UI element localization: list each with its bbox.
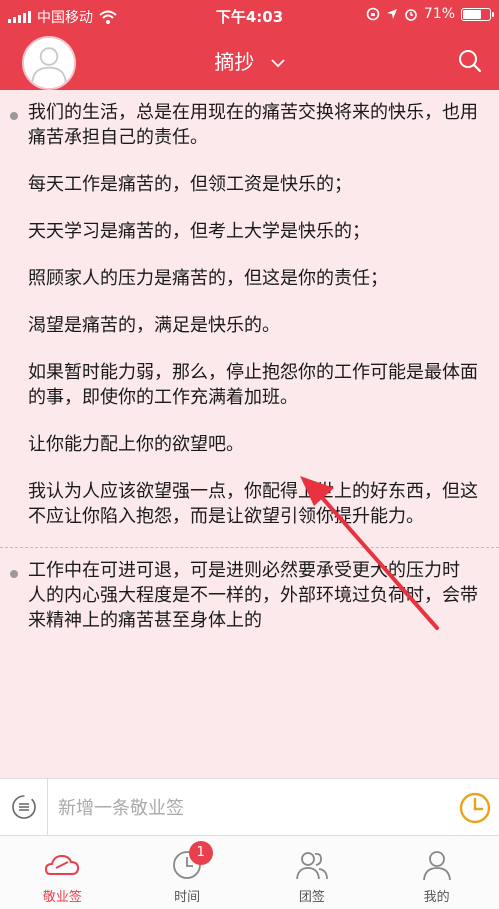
status-bar: 中国移动 下午4:03 71% [0,0,499,32]
group-icon [295,852,328,880]
note-paragraph: 如果暂时能力弱，那么，停止抱怨你的工作可能是最体面的事，即使你的工作充满着加班。 [28,362,478,408]
alarm-icon [405,9,417,21]
battery-percent: 71% [423,6,455,22]
tab-label: 敬业签 [42,890,82,905]
note-list[interactable]: 我们的生活，总是在用现在的痛苦交换将来的快乐，也用痛苦承担自己的责任。 每天工作… [0,90,499,778]
note-paragraph: 我们的生活，总是在用现在的痛苦交换将来的快乐，也用痛苦承担自己的责任。 [28,102,478,148]
tab-time[interactable]: 1 时间 [125,836,250,909]
note-paragraph: 渴望是痛苦的，满足是快乐的。 [28,315,280,336]
location-icon [386,9,397,19]
tab-label: 时间 [174,890,201,905]
tab-group[interactable]: 团签 [250,836,375,909]
note-paragraph: 人的内心强大程度是不一样的，外部环境过负荷时，会带来精神上的痛苦甚至身体上的 [28,585,478,631]
reminder-clock-icon[interactable] [457,790,493,826]
refresh-list-icon [11,795,36,819]
note-paragraph: 我认为人应该欲望强一点，你配得上世上的好东西，但这不应让你陷入抱怨，而是让欲望引… [28,481,478,527]
notification-badge: 1 [188,841,213,865]
page-title: 摘抄 [214,50,255,74]
note-paragraph: 让你能力配上你的欲望吧。 [28,434,244,455]
note-item[interactable]: 我们的生活，总是在用现在的痛苦交换将来的快乐，也用痛苦承担自己的责任。 每天工作… [0,90,499,548]
status-right: 71% [366,6,494,22]
chevron-down-icon [271,59,285,68]
bullet-dot [10,112,18,120]
new-note-bar [0,778,499,836]
rotation-lock-icon [366,7,380,21]
note-item[interactable]: 工作中在可进可退，可是进则必然要承受更大的压力时 人的内心强大程度是不一样的，外… [0,548,499,651]
switch-mode-button[interactable] [0,779,48,835]
app-header: 摘抄 [0,32,499,90]
search-icon[interactable] [457,48,483,74]
person-icon [422,851,451,881]
tab-label: 我的 [423,890,450,905]
header-title-dropdown[interactable]: 摘抄 [0,46,499,75]
tab-label: 团签 [298,890,325,905]
battery-icon [461,7,494,21]
tab-jingyeqian[interactable]: 敬业签 [0,836,125,909]
new-note-input[interactable] [58,794,438,822]
note-paragraph: 工作中在可进可退，可是进则必然要承受更大的压力时 [28,560,460,581]
bottom-tab-bar: 敬业签 1 时间 团签 我的 [0,836,499,909]
note-paragraph: 天天学习是痛苦的，但考上大学是快乐的； [28,221,370,242]
tab-mine[interactable]: 我的 [374,836,499,909]
bullet-dot [10,570,18,578]
cloud-icon [45,854,80,875]
note-paragraph: 每天工作是痛苦的，但领工资是快乐的； [28,174,352,195]
note-paragraph: 照顾家人的压力是痛苦的，但这是你的责任； [28,268,388,289]
